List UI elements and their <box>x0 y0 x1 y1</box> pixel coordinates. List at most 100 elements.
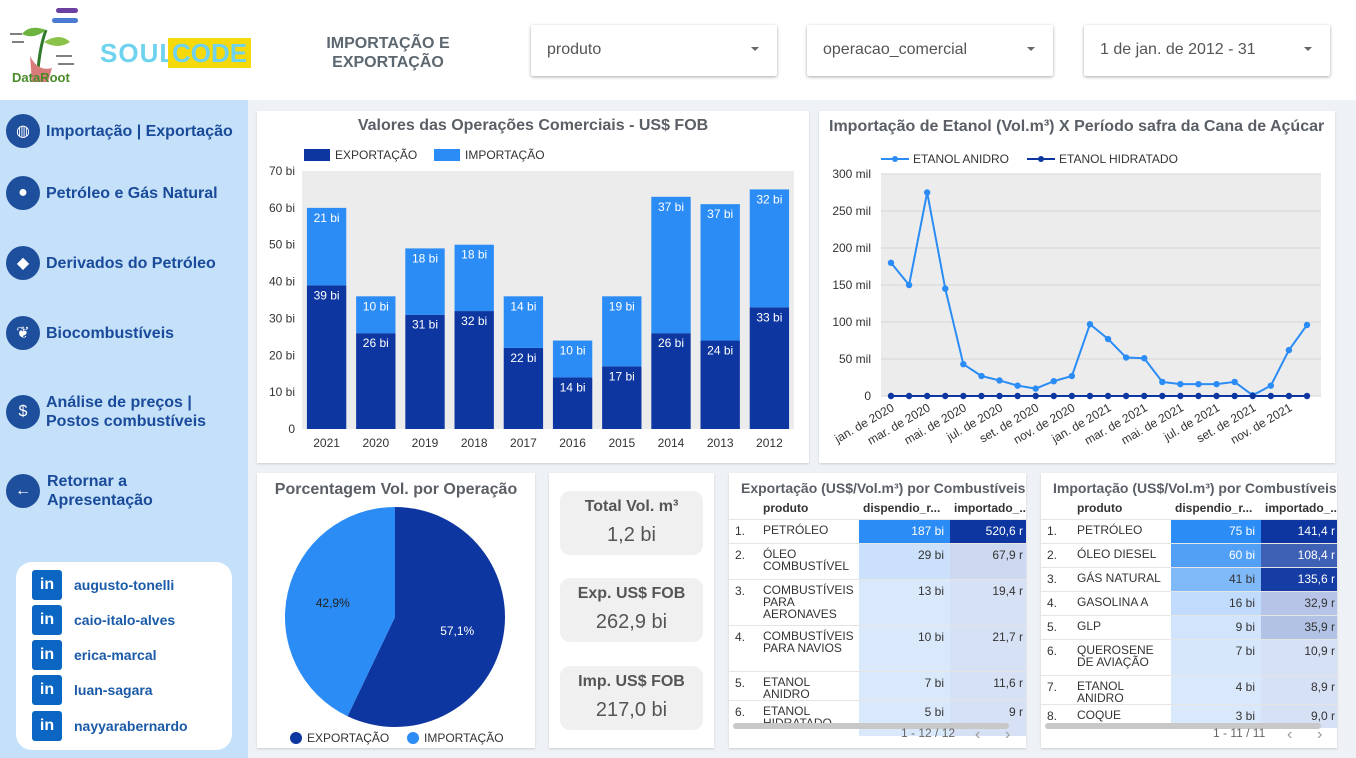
chevron-down-icon <box>1304 47 1312 51</box>
cell-importado: 11,6 r <box>950 670 1026 700</box>
table-header-importado[interactable]: importado_... <box>950 497 1026 519</box>
export-table: produto dispendio_r... importado_... 1. P… <box>729 497 1026 736</box>
sidebar-item-biocombustiveis[interactable]: ❦ Biocombustíveis <box>6 316 174 350</box>
table-row[interactable]: 5. ETANOL ANIDRO 7 bi 11,6 r <box>729 670 1026 700</box>
table-row[interactable]: 7. ETANOL ANIDRO 4 bi 8,9 r <box>1041 674 1337 704</box>
table-row[interactable]: 4. GASOLINA A 16 bi 32,9 r <box>1041 590 1337 615</box>
cell-produto: GLP <box>1073 614 1171 639</box>
table-header-produto[interactable]: produto <box>759 497 859 519</box>
table-row[interactable]: 6.ETANOL HIDRATADO5 bi9 r <box>729 699 1026 736</box>
x-tick-label: 2012 <box>756 436 783 450</box>
table-header-produto[interactable]: produto <box>1073 497 1171 519</box>
cell-produto: COMBUSTÍVEIS PARA AERONAVES <box>759 578 859 625</box>
sidebar-item-retornar[interactable]: ← Retornar a Apresentação <box>6 472 187 510</box>
next-page-icon[interactable]: › <box>1317 726 1322 744</box>
table-row[interactable]: 2. ÓLEO DIESEL 60 bi 108,4 r <box>1041 542 1337 567</box>
bar-export <box>749 307 790 429</box>
table-header-index <box>1041 497 1073 519</box>
y-tick-label: 40 bi <box>269 275 295 289</box>
data-point <box>1213 392 1220 400</box>
bar-data-label: 37 bi <box>658 200 684 214</box>
table-horizontal-scrollbar[interactable] <box>733 723 1009 729</box>
row-index: 2. <box>729 542 759 579</box>
sidebar-item-derivados[interactable]: ◆ Derivados do Petróleo <box>6 246 216 280</box>
legend-swatch <box>290 732 302 744</box>
import-table: produto dispendio_r... importado_... 1. P… <box>1041 497 1337 728</box>
filter-operacao-dropdown[interactable]: operacao_comercial <box>807 25 1053 76</box>
bar-export <box>405 314 445 429</box>
sidebar-item-import-export[interactable]: ◍ Importação | Exportação <box>6 114 233 148</box>
table-row[interactable]: 3. COMBUSTÍVEIS PARA AERONAVES 13 bi 19,4 r <box>729 578 1026 625</box>
table-row[interactable]: 2. ÓLEO COMBUSTÍVEL 29 bi 67,9 r <box>729 542 1026 579</box>
table-header-importado[interactable]: importado_... <box>1261 497 1337 519</box>
bar-data-label: 39 bi <box>314 288 340 302</box>
row-index: 1. <box>729 518 759 543</box>
header-bar: DataRoot SOUL CODE IMPORTAÇÃO E EXPORTAÇ… <box>0 0 1356 100</box>
filter-produto-dropdown[interactable]: produto <box>531 25 777 76</box>
bar-data-label: 14 bi <box>560 380 586 394</box>
x-tick-label: 2019 <box>412 436 439 450</box>
cell-importado: 32,9 r <box>1261 590 1337 615</box>
table-header-dispendio[interactable]: dispendio_r... <box>859 497 950 519</box>
y-tick-label: 10 bi <box>269 385 295 399</box>
linkedin-link-label: augusto-tonelli <box>74 577 175 593</box>
cell-produto: GÁS NATURAL <box>1073 566 1171 591</box>
pie-legend-export: EXPORTAÇÃO <box>290 731 389 745</box>
linkedin-link-label: erica-marcal <box>74 647 157 663</box>
data-point <box>1122 354 1130 361</box>
bar-data-label: 26 bi <box>363 336 389 350</box>
prev-page-icon[interactable]: ‹ <box>1287 726 1292 744</box>
sidebar-item-petroleo-gas[interactable]: ● Petróleo e Gás Natural <box>6 176 218 210</box>
table-row[interactable]: 6. QUEROSENE DE AVIAÇÃO 7 bi 10,9 r <box>1041 638 1337 675</box>
table-row[interactable]: 3. GÁS NATURAL 41 bi 135,6 r <box>1041 566 1337 591</box>
data-point <box>1104 392 1112 400</box>
table-row[interactable]: 1. PETRÓLEO 75 bi 141,4 r <box>1041 518 1337 543</box>
linkedin-link[interactable]: in caio-italo-alves <box>32 605 175 635</box>
cell-importado: 10,9 r <box>1261 638 1337 675</box>
linkedin-link[interactable]: in erica-marcal <box>32 640 157 670</box>
data-point <box>1231 378 1238 386</box>
bar-import <box>749 189 790 308</box>
y-tick-label: 250 mil <box>832 204 871 218</box>
date-range-dropdown[interactable]: 1 de jan. de 2012 - 31 <box>1084 25 1330 76</box>
table-header-dispendio[interactable]: dispendio_r... <box>1171 497 1261 519</box>
linkedin-link[interactable]: in augusto-tonelli <box>32 570 174 600</box>
cell-importado: 35,9 r <box>1261 614 1337 639</box>
bar-data-label: 10 bi <box>560 344 586 358</box>
bar-data-label: 32 bi <box>461 314 487 328</box>
cell-importado: 520,6 r <box>950 518 1026 543</box>
pie-chart-card: Porcentagem Vol. por Operação 57,1% 42,9%… <box>257 473 535 748</box>
linkedin-link[interactable]: in nayyarabernardo <box>32 711 188 741</box>
table-horizontal-scrollbar[interactable] <box>1045 723 1321 729</box>
brazil-map-icon: ◆ <box>6 246 40 280</box>
sidebar-item-label: Biocombustíveis <box>46 324 175 342</box>
y-tick-label: 20 bi <box>269 348 295 362</box>
bar-data-label: 10 bi <box>363 299 389 313</box>
x-tick-label: 2014 <box>658 436 685 450</box>
cell-produto: PETRÓLEO <box>759 518 859 543</box>
data-point <box>1050 392 1057 400</box>
data-point <box>1014 382 1021 389</box>
table-pager-text: 1 - 12 / 12 <box>901 726 956 740</box>
kpi-export-fob: Exp. US$ FOB 262,9 bi <box>560 578 703 642</box>
table-row[interactable]: 5. GLP 9 bi 35,9 r <box>1041 614 1337 639</box>
next-page-icon[interactable]: › <box>1005 726 1010 744</box>
y-tick-label: 30 bi <box>269 311 295 325</box>
table-row[interactable]: 1. PETRÓLEO 187 bi 520,6 r <box>729 518 1026 543</box>
cell-dispendio: 7 bi <box>859 670 950 700</box>
data-point <box>1303 392 1311 400</box>
bar-data-label: 21 bi <box>314 211 340 225</box>
table-row[interactable]: 4. COMBUSTÍVEIS PARA NAVIOS 10 bi 21,7 r <box>729 624 1026 671</box>
pie-slice-label: 42,9% <box>316 596 350 610</box>
linkedin-link-label: luan-sagara <box>74 682 153 698</box>
prev-page-icon[interactable]: ‹ <box>975 726 980 744</box>
y-tick-label: 70 bi <box>269 164 295 178</box>
export-table-card: Exportação (US$/Vol.m³) por Combustíveis… <box>729 473 1026 748</box>
linkedin-link[interactable]: in luan-sagara <box>32 675 153 705</box>
cell-importado: 135,6 r <box>1261 566 1337 591</box>
sidebar-item-analise-precos[interactable]: $ Análise de preços | Postos combustívei… <box>6 393 226 431</box>
cell-produto: PETRÓLEO <box>1073 518 1171 543</box>
linkedin-icon: in <box>32 605 62 635</box>
bar-data-label: 24 bi <box>707 344 733 358</box>
data-point <box>978 372 985 380</box>
